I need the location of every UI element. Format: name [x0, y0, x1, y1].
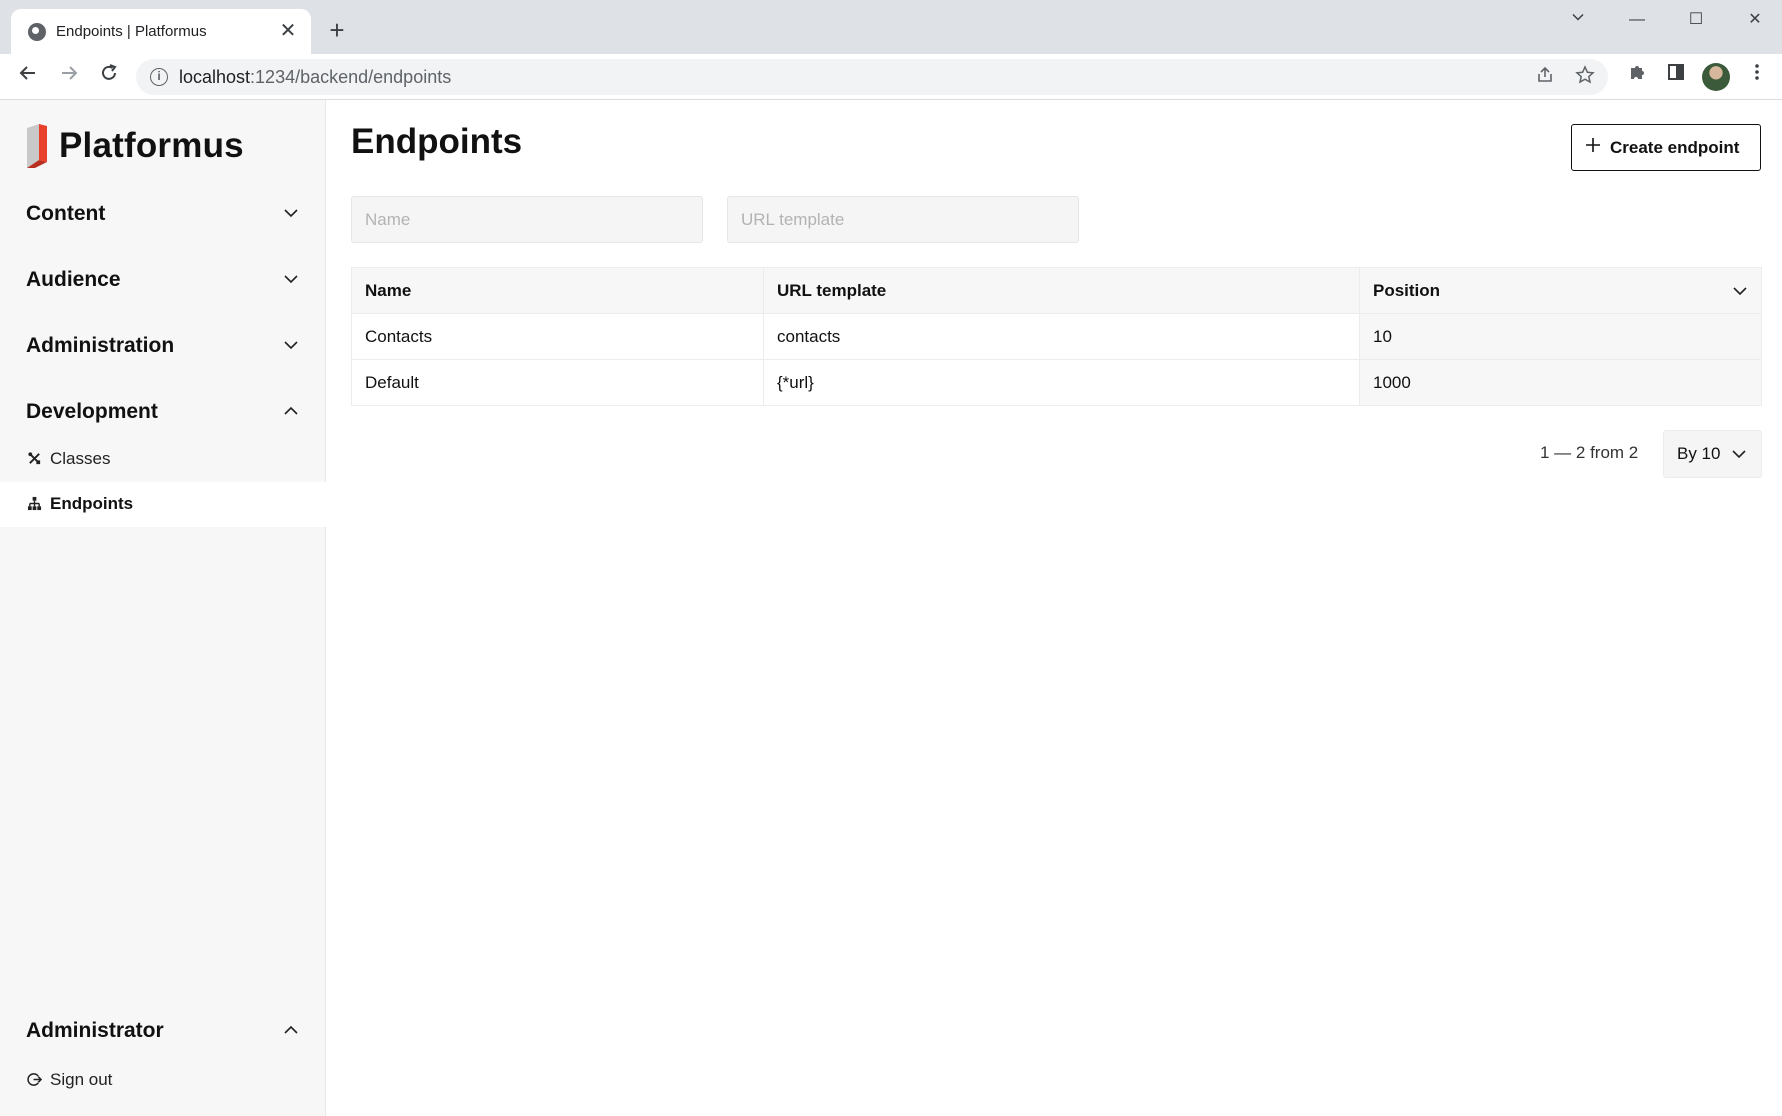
pager-summary: 1 — 2 from 2	[1540, 443, 1639, 462]
page-size-label: By 10	[1677, 444, 1721, 463]
tab-strip: Endpoints | Platformus ✕ + — ☐ ✕	[0, 0, 1782, 54]
page-title: Endpoints	[351, 122, 523, 161]
menu-group-administration[interactable]: Administration	[0, 324, 326, 368]
new-tab-button[interactable]: +	[322, 16, 352, 46]
chevron-up-icon	[284, 406, 298, 415]
tab-title: Endpoints | Platformus	[56, 23, 207, 40]
sidebar-item-label: Sign out	[50, 1070, 113, 1089]
url-template-filter-input[interactable]	[727, 196, 1079, 243]
chevron-down-icon	[284, 209, 298, 218]
sidebar-item-label: Endpoints	[50, 494, 134, 513]
sidebar-item-label: Classes	[50, 449, 111, 468]
column-header-url-template[interactable]: URL template	[763, 267, 1360, 314]
menu-group-label: Audience	[26, 268, 121, 291]
profile-avatar[interactable]	[1702, 63, 1730, 91]
browser-tab[interactable]: Endpoints | Platformus ✕	[11, 9, 311, 54]
cell-url-template: contacts	[763, 313, 1360, 360]
menu-group-development[interactable]: Development	[0, 390, 326, 434]
menu-group-label: Administration	[26, 334, 175, 357]
tab-close-icon[interactable]: ✕	[275, 18, 301, 44]
cell-url-template: {*url}	[763, 359, 1360, 406]
tab-search-icon[interactable]	[1558, 8, 1598, 32]
column-header-position[interactable]: Position	[1359, 267, 1762, 314]
column-header-label: Position	[1373, 280, 1441, 300]
menu-group-label: Content	[26, 202, 106, 225]
platformus-logo-icon	[27, 124, 47, 168]
table-row[interactable]: Contacts contacts 10	[351, 313, 1762, 360]
menu-group-content[interactable]: Content	[0, 192, 326, 236]
extensions-icon[interactable]	[1622, 62, 1652, 92]
url-text: localhost:1234/backend/endpoints	[179, 67, 451, 88]
bookmark-star-icon[interactable]	[1572, 65, 1598, 91]
sitemap-icon	[26, 496, 42, 512]
chevron-down-icon	[284, 341, 298, 350]
url-path: :1234/backend/endpoints	[250, 67, 452, 87]
reload-icon[interactable]	[94, 62, 124, 92]
cell-position: 10	[1359, 313, 1762, 360]
menu-group-label: Administrator	[26, 1019, 164, 1042]
browser-chrome: Endpoints | Platformus ✕ + — ☐ ✕ i local…	[0, 0, 1782, 100]
chevron-up-icon	[284, 1025, 298, 1034]
tools-icon	[26, 451, 42, 467]
sidebar-item-sign-out[interactable]: Sign out	[0, 1058, 326, 1103]
menu-group-audience[interactable]: Audience	[0, 258, 326, 302]
close-window-button[interactable]: ✕	[1735, 8, 1775, 32]
sign-out-icon	[26, 1072, 42, 1088]
back-arrow-icon[interactable]	[13, 62, 43, 92]
create-endpoint-button[interactable]: Create endpoint	[1571, 124, 1761, 171]
page-size-select[interactable]: By 10	[1663, 430, 1762, 478]
menu-group-administrator[interactable]: Administrator	[0, 1009, 326, 1053]
name-filter-input[interactable]	[351, 196, 703, 243]
url-host: localhost	[179, 67, 251, 87]
table-header-row: Name URL template Position	[351, 267, 1762, 314]
chevron-down-icon	[1732, 450, 1746, 459]
minimize-button[interactable]: —	[1617, 8, 1657, 32]
site-info-icon[interactable]: i	[150, 68, 168, 86]
browser-toolbar: i localhost:1234/backend/endpoints	[0, 54, 1782, 100]
address-bar[interactable]: i localhost:1234/backend/endpoints	[136, 59, 1608, 95]
table-row[interactable]: Default {*url} 1000	[351, 359, 1762, 406]
share-icon[interactable]	[1532, 65, 1558, 91]
sidebar-item-classes[interactable]: Classes	[0, 437, 326, 482]
menu-group-label: Development	[26, 400, 158, 423]
cell-name: Contacts	[351, 313, 764, 360]
chevron-down-icon	[284, 275, 298, 284]
sidebar-item-endpoints[interactable]: Endpoints	[0, 482, 326, 527]
browser-menu-icon[interactable]	[1742, 62, 1772, 92]
cell-position: 1000	[1359, 359, 1762, 406]
logo-text: Platformus	[59, 126, 244, 165]
sort-chevron-down-icon	[1733, 287, 1747, 296]
main-content: Endpoints Create endpoint Name URL templ…	[326, 100, 1782, 1116]
column-header-name[interactable]: Name	[351, 267, 764, 314]
globe-icon	[28, 23, 46, 41]
cell-name: Default	[351, 359, 764, 406]
maximize-button[interactable]: ☐	[1676, 8, 1716, 32]
sidebar: Platformus Content Audience Administrati…	[0, 100, 326, 1116]
plus-icon	[1585, 135, 1601, 157]
create-endpoint-label: Create endpoint	[1610, 138, 1740, 157]
endpoints-table: Name URL template Position Contacts cont…	[351, 267, 1762, 406]
forward-arrow-icon[interactable]	[54, 62, 84, 92]
side-panel-icon[interactable]	[1661, 62, 1691, 92]
